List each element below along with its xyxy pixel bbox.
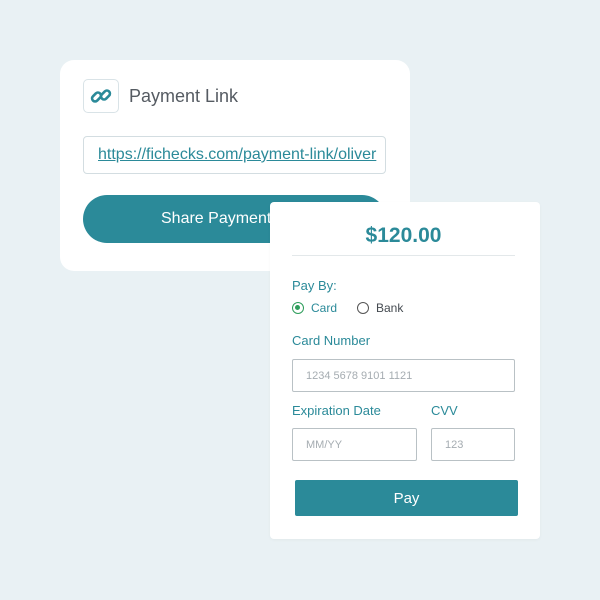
payment-amount: $120.00	[365, 224, 442, 247]
card-number-input[interactable]: 1234 5678 9101 1121	[292, 359, 515, 392]
payment-link-url-field[interactable]: https://fichecks.com/payment-link/oliver	[83, 136, 386, 174]
pay-method-card-option[interactable]: Card	[292, 301, 337, 315]
payment-form-card: $120.00 Pay By: Card Bank Card Number 12…	[270, 202, 540, 539]
link-icon	[83, 79, 119, 113]
bank-radio[interactable]	[357, 302, 369, 314]
pay-by-label: Pay By:	[292, 278, 337, 293]
amount-divider	[292, 255, 515, 256]
card-radio-label: Card	[311, 301, 338, 315]
cvv-label: CVV	[431, 403, 458, 418]
card-number-label: Card Number	[292, 333, 371, 348]
payment-link-url[interactable]: https://fichecks.com/payment-link/oliver	[98, 146, 376, 164]
expiration-date-input[interactable]: MM/YY	[292, 428, 417, 461]
bank-radio-label: Bank	[376, 301, 404, 315]
payment-link-title: Payment Link	[129, 86, 239, 106]
pay-method-bank-option[interactable]: Bank	[357, 301, 403, 315]
cvv-input[interactable]: 123	[431, 428, 515, 461]
pay-button[interactable]: Pay	[295, 480, 518, 516]
expiration-date-label: Expiration Date	[292, 403, 381, 418]
card-radio[interactable]	[292, 302, 304, 314]
